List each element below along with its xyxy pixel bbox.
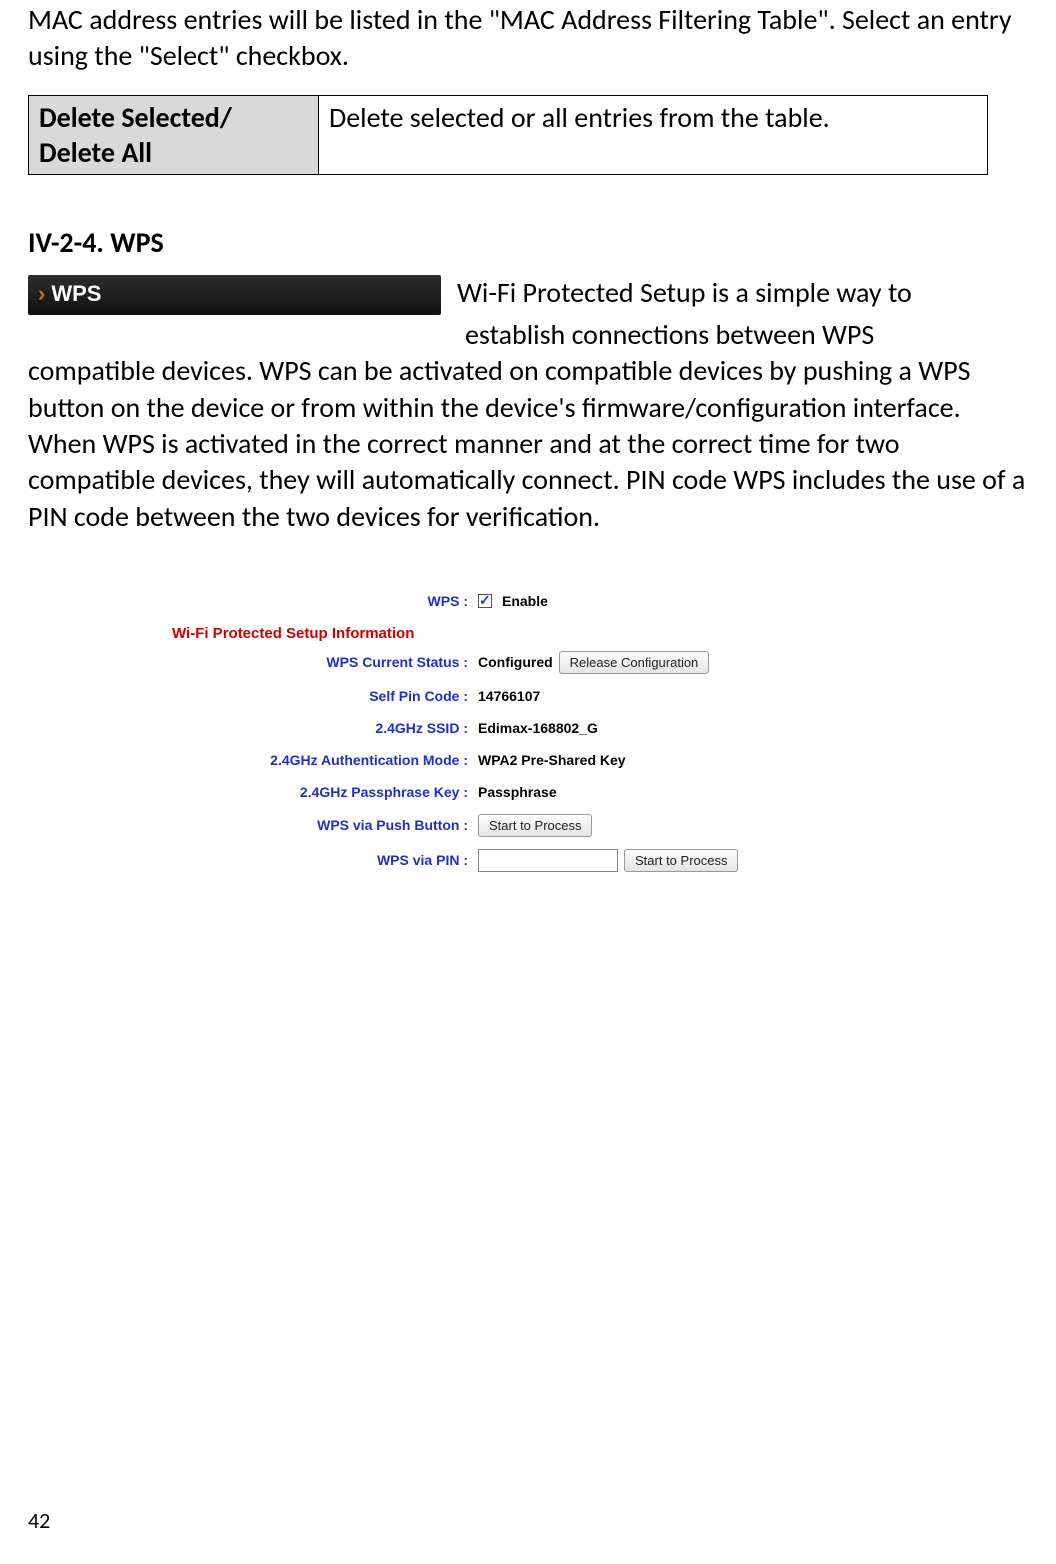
wps-body-rest: compatible devices. WPS can be activated… [28, 353, 1028, 535]
push-label: WPS via Push Button : [168, 817, 478, 834]
wps-pill-label: WPS [51, 281, 101, 306]
page-number: 42 [28, 1507, 50, 1536]
start-pin-button[interactable]: Start to Process [624, 849, 738, 872]
def-desc-cell: Delete selected or all entries from the … [319, 95, 988, 174]
config-row-status: WPS Current Status : Configured Release … [168, 645, 888, 680]
wps-config-panel: WPS : Enable Wi-Fi Protected Setup Infor… [168, 585, 888, 878]
auth-label: 2.4GHz Authentication Mode : [168, 752, 478, 769]
config-row-ssid: 2.4GHz SSID : Edimax-168802_G [168, 712, 888, 744]
self-pin-label: Self Pin Code : [168, 688, 478, 705]
self-pin-value: 14766107 [478, 688, 540, 705]
wps-nav-pill[interactable]: ›WPS [28, 275, 441, 315]
enable-label: Enable [502, 593, 548, 610]
wps-body-line2: establish connections between WPS [28, 317, 1028, 353]
config-row-pushbutton: WPS via Push Button : Start to Process [168, 808, 888, 843]
pin-label: WPS via PIN : [168, 852, 478, 869]
config-row-selfpin: Self Pin Code : 14766107 [168, 680, 888, 712]
chevron-right-icon: › [38, 281, 45, 306]
config-row-pass: 2.4GHz Passphrase Key : Passphrase [168, 776, 888, 808]
ssid-value: Edimax-168802_G [478, 720, 598, 737]
def-header-cell: Delete Selected/ Delete All [29, 95, 319, 174]
status-label: WPS Current Status : [168, 654, 478, 671]
definition-table: Delete Selected/ Delete All Delete selec… [28, 95, 988, 175]
start-push-button[interactable]: Start to Process [478, 814, 592, 837]
ssid-label: 2.4GHz SSID : [168, 720, 478, 737]
intro-text: MAC address entries will be listed in th… [28, 2, 1028, 75]
pass-label: 2.4GHz Passphrase Key : [168, 784, 478, 801]
config-row-auth: 2.4GHz Authentication Mode : WPA2 Pre-Sh… [168, 744, 888, 776]
section-heading: IV-2-4. WPS [28, 225, 1028, 261]
pass-value: Passphrase [478, 784, 557, 801]
enable-checkbox[interactable] [478, 594, 492, 608]
wps-description: ›WPS Wi-Fi Protected Setup is a simple w… [28, 275, 1028, 535]
wps-label: WPS : [168, 593, 478, 610]
auth-value: WPA2 Pre-Shared Key [478, 752, 626, 769]
wps-body-line1: Wi-Fi Protected Setup is a simple way to [457, 275, 912, 310]
pin-input[interactable] [478, 849, 618, 872]
release-configuration-button[interactable]: Release Configuration [559, 651, 710, 674]
config-row-pin: WPS via PIN : Start to Process [168, 843, 888, 878]
config-section-title: Wi-Fi Protected Setup Information [168, 617, 888, 645]
status-value: Configured [478, 654, 553, 671]
config-row-wps-enable: WPS : Enable [168, 585, 888, 617]
